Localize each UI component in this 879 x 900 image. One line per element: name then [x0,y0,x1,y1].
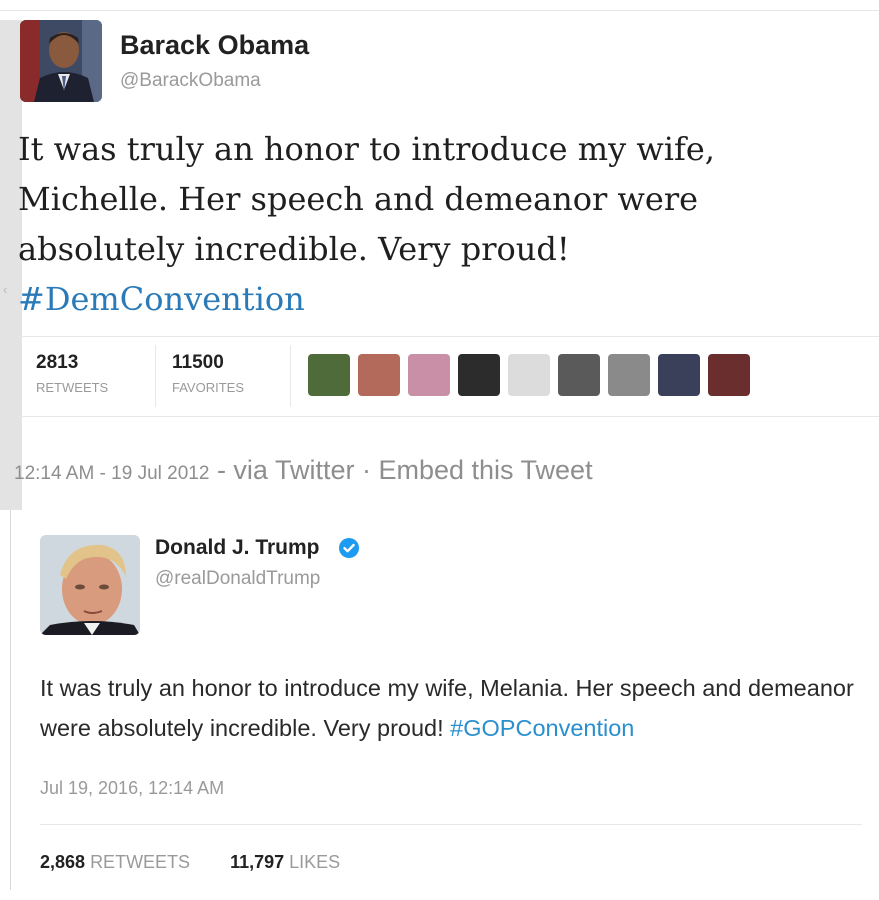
obama-handle[interactable]: @BarackObama [120,70,261,92]
obama-avatar[interactable] [20,20,102,102]
stats-divider [290,345,291,407]
trump-avatar[interactable] [40,535,140,635]
obama-favorites-stat[interactable]: 11500 FAVORITES [172,352,244,395]
favoriter-avatar[interactable] [458,354,500,396]
favoriter-avatar[interactable] [608,354,650,396]
obama-display-name[interactable]: Barack Obama [120,30,309,61]
trump-retweets-stat[interactable]: 2,868 RETWEETS [40,852,190,872]
trump-display-name[interactable]: Donald J. Trump [155,536,320,560]
favorites-count: 11500 [172,352,224,373]
stats-divider-top [18,336,879,337]
likes-label: LIKES [289,852,341,872]
obama-timestamp[interactable]: 12:14 AM - 19 Jul 2012 [14,463,209,484]
via-embed-text[interactable]: - via Twitter · Embed this Tweet [217,455,593,485]
left-border-line [10,510,11,890]
trump-stats-divider [40,824,862,825]
hashtag-gop-convention[interactable]: #GOPConvention [450,715,634,741]
obama-tweet-text: It was truly an honor to introduce my wi… [18,124,848,324]
favoriter-avatar[interactable] [358,354,400,396]
retweets-label: RETWEETS [36,380,109,395]
trump-timestamp[interactable]: Jul 19, 2016, 12:14 AM [40,778,224,799]
favoriter-avatar[interactable] [658,354,700,396]
top-divider [0,10,879,11]
favoriter-avatar[interactable] [508,354,550,396]
favoriter-avatar[interactable] [308,354,350,396]
trump-likes-stat[interactable]: 11,797 LIKES [230,852,340,872]
retweets-count: 2813 [36,352,79,373]
favoriter-avatar[interactable] [558,354,600,396]
obama-tweet-body: It was truly an honor to introduce my wi… [18,130,715,268]
trump-handle[interactable]: @realDonaldTrump [155,568,320,590]
retweets-label: RETWEETS [90,852,191,872]
favoriter-avatar[interactable] [708,354,750,396]
trump-stats: 2,868 RETWEETS 11,797 LIKES [40,852,340,873]
favorites-label: FAVORITES [172,380,244,395]
trump-tweet-text: It was truly an honor to introduce my wi… [40,668,870,748]
chevron-left-icon: ‹ [3,282,8,297]
retweets-count: 2,868 [40,852,86,872]
favoriter-avatar[interactable] [408,354,450,396]
stats-divider-bottom [18,416,879,417]
obama-retweets-stat[interactable]: 2813 RETWEETS [36,352,108,395]
obama-tweet-meta: 12:14 AM - 19 Jul 2012 - via Twitter · E… [14,455,593,486]
stats-divider [155,345,156,407]
verified-badge-icon [339,538,359,558]
trump-tweet-body: It was truly an honor to introduce my wi… [40,675,854,741]
likes-count: 11,797 [230,852,285,872]
hashtag-dem-convention[interactable]: #DemConvention [18,274,848,324]
